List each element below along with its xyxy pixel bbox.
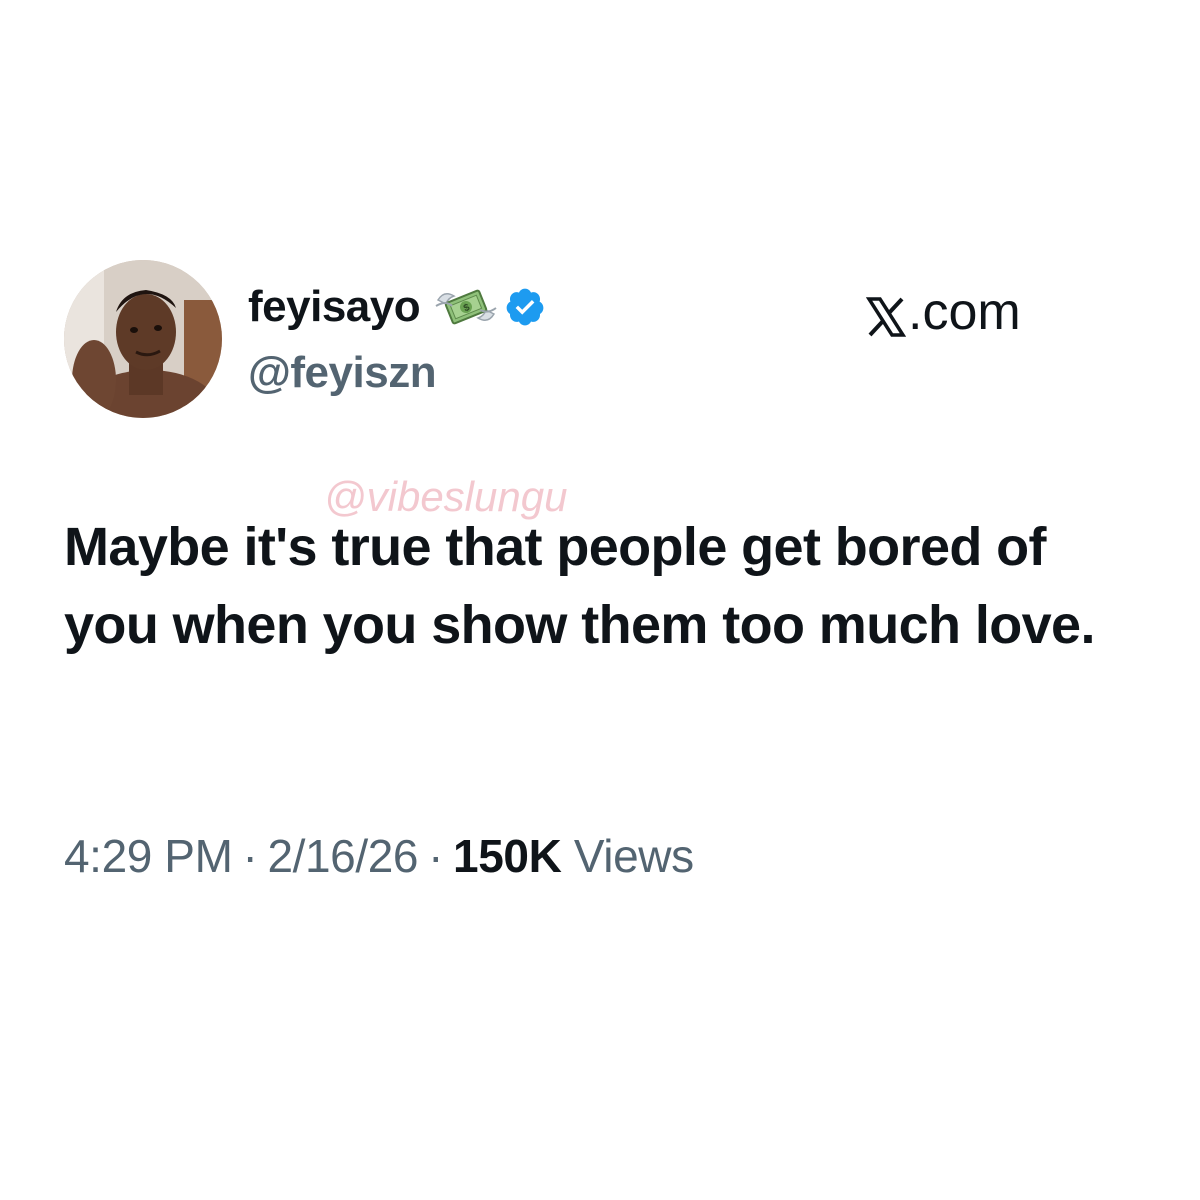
author-display-name[interactable]: feyisayo	[248, 282, 421, 332]
author-handle[interactable]: @feyiszn	[248, 348, 437, 398]
views-count: 150K	[453, 830, 562, 882]
money-with-wings-icon: $	[434, 284, 498, 330]
tweet-date[interactable]: 2/16/26	[267, 830, 418, 882]
verified-badge-icon[interactable]	[504, 286, 546, 328]
tweet-meta: 4:29 PM · 2/16/26 · 150K Views	[64, 828, 694, 884]
site-label[interactable]: .com	[865, 282, 1021, 342]
views-label[interactable]: Views	[574, 830, 694, 882]
author-display-name-row[interactable]: feyisayo $	[248, 282, 546, 332]
avatar[interactable]	[64, 260, 222, 418]
avatar-photo	[64, 260, 222, 418]
tweet-time[interactable]: 4:29 PM	[64, 830, 233, 882]
tweet-text: Maybe it's true that people get bored of…	[64, 517, 1095, 655]
x-logo-icon	[865, 291, 907, 337]
meta-separator: ·	[242, 830, 258, 882]
site-domain-text: .com	[908, 283, 1021, 341]
meta-separator: ·	[428, 830, 444, 882]
